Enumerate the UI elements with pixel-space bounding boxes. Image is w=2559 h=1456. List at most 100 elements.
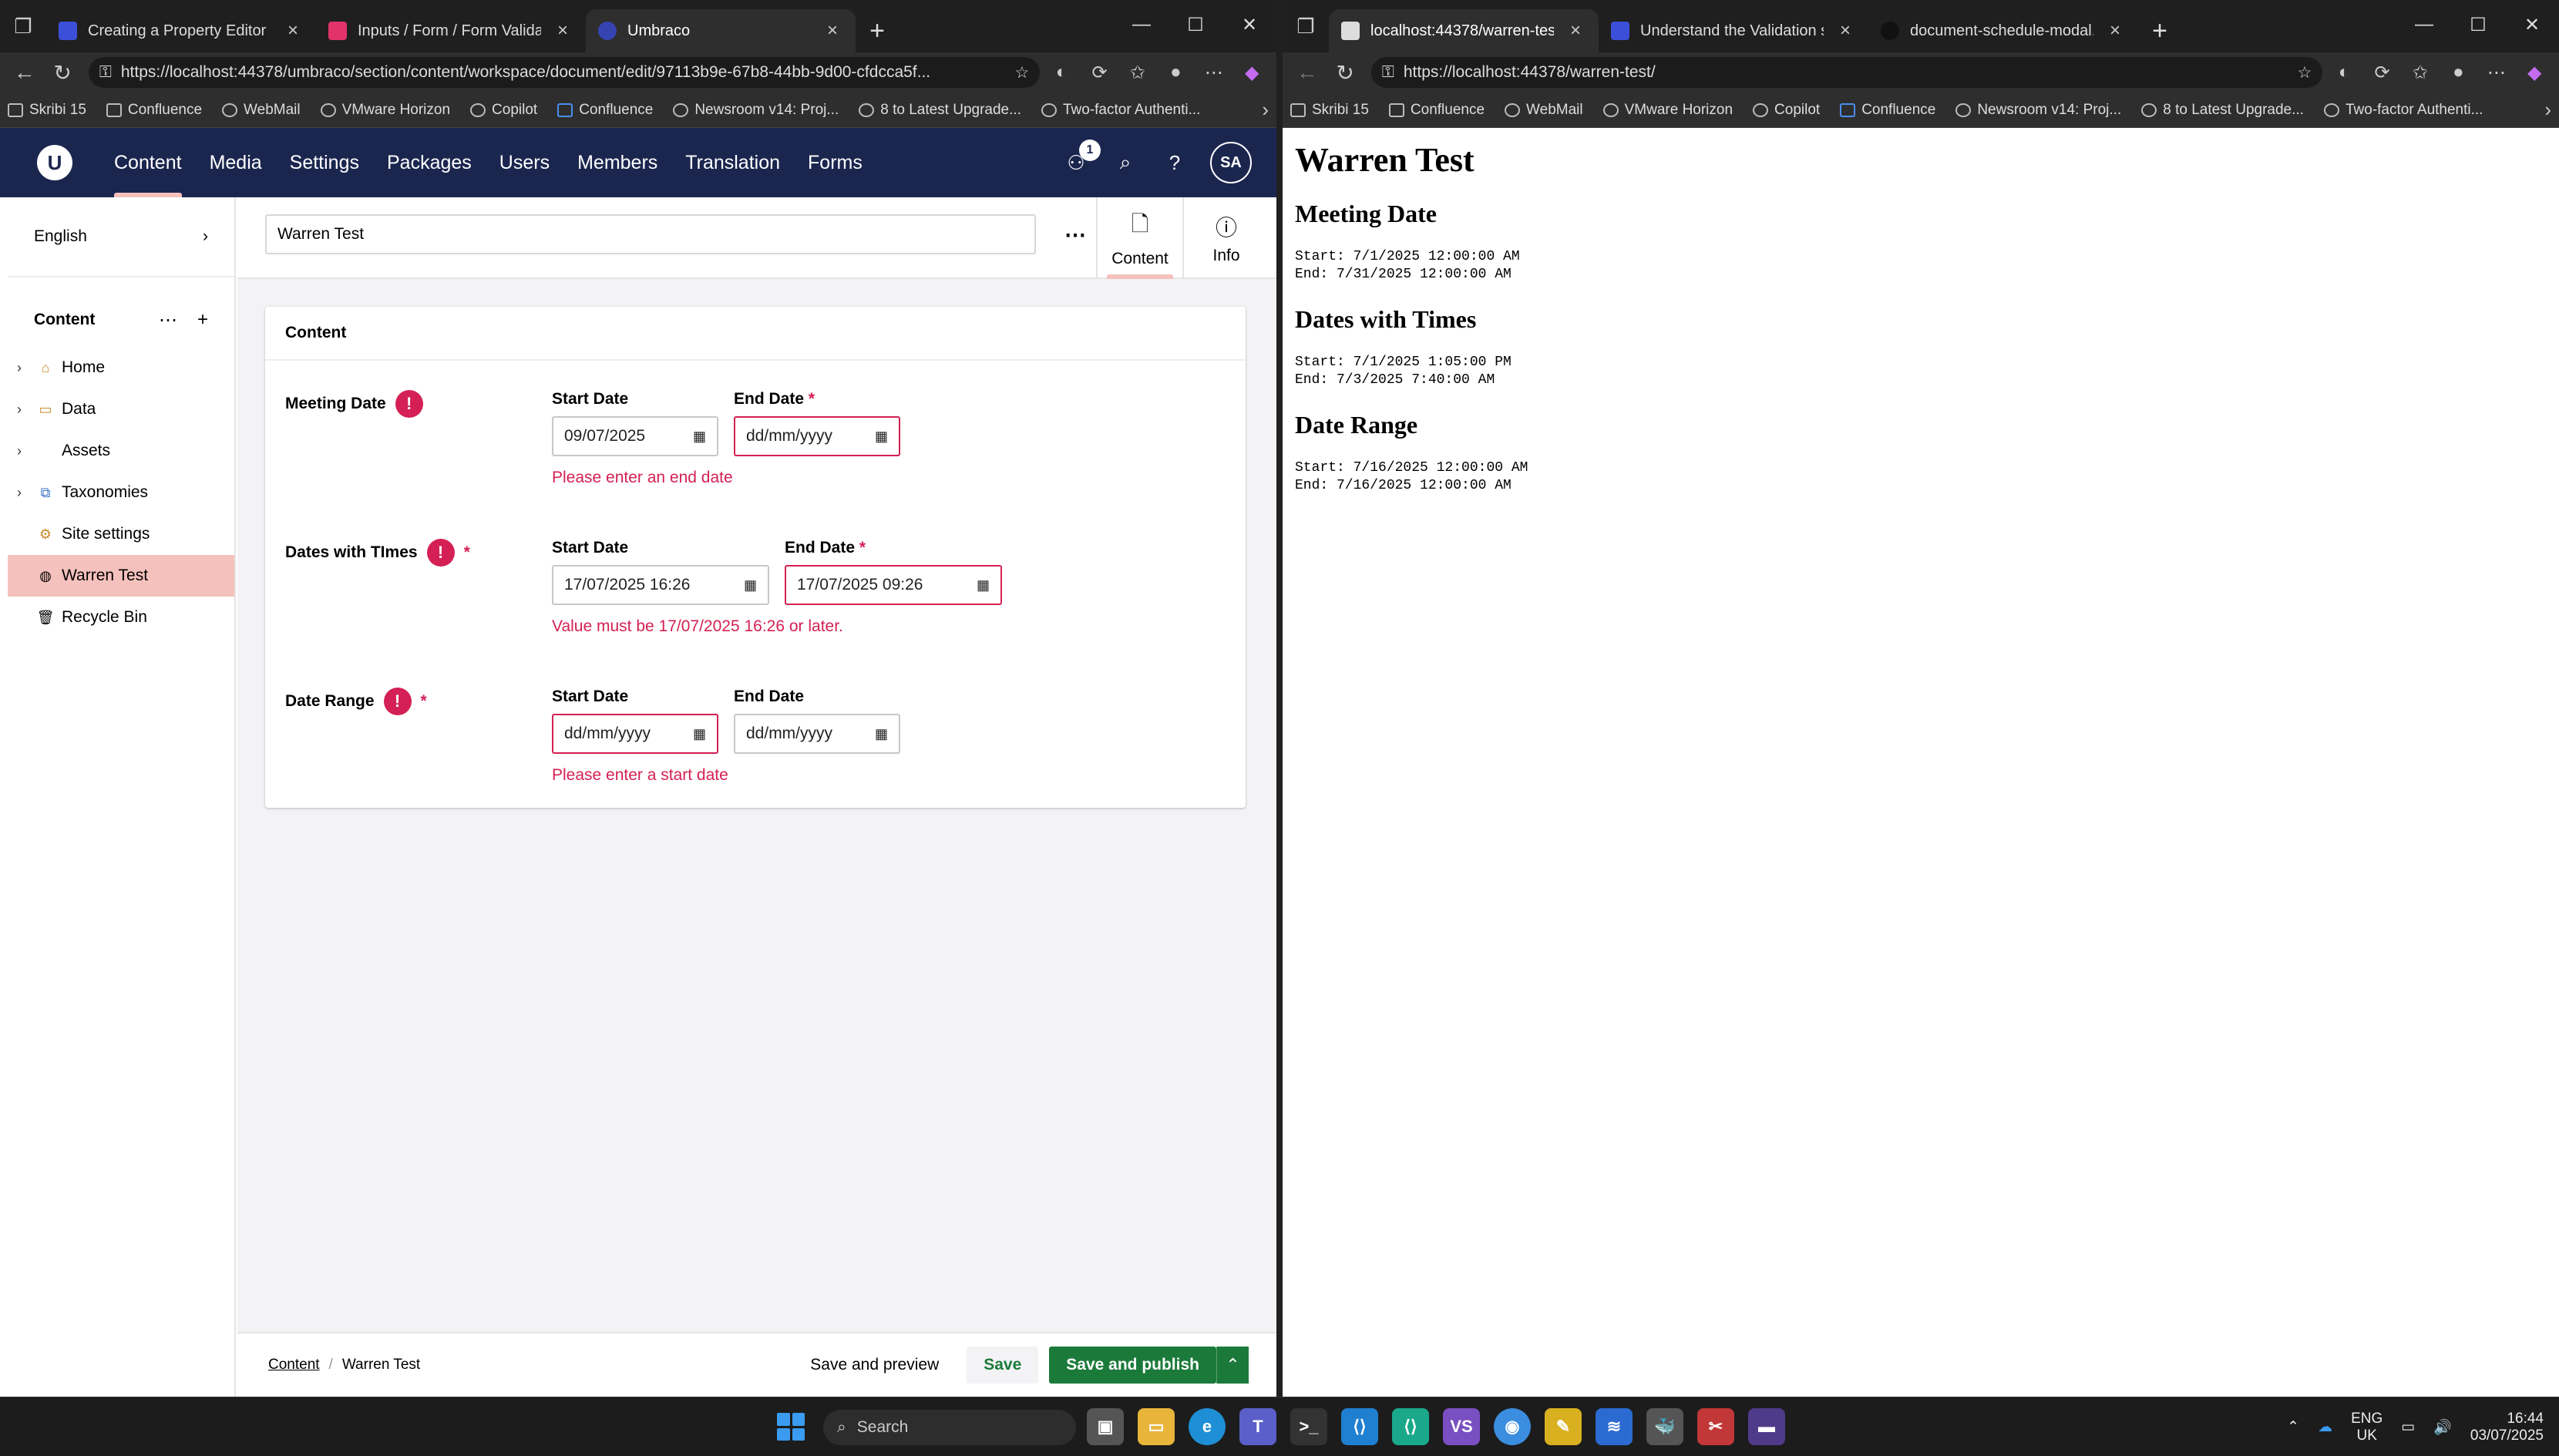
- task-view-icon[interactable]: ▣: [1087, 1408, 1124, 1445]
- browser-tab[interactable]: Understand the Validation system ×: [1599, 9, 1868, 52]
- address-bar[interactable]: ⚿ https://localhost:44378/warren-test/ ☆: [1370, 57, 2323, 88]
- copilot-icon[interactable]: ◆: [2518, 55, 2551, 89]
- browser-tab[interactable]: document-schedule-modal.element.ts ×: [1868, 9, 2138, 52]
- calendar-icon[interactable]: ▦: [693, 429, 706, 445]
- bookmark[interactable]: Newsroom v14: Proj...: [1955, 102, 2121, 119]
- back-icon[interactable]: ←: [1290, 55, 1323, 89]
- bookmark[interactable]: 8 to Latest Upgrade...: [859, 102, 1021, 119]
- maximize-icon[interactable]: ☐: [1169, 0, 1222, 49]
- start-date-input[interactable]: dd/mm/yyyy ▦: [552, 714, 718, 754]
- search-icon[interactable]: ⌕: [1111, 149, 1139, 177]
- nav-settings[interactable]: Settings: [276, 128, 373, 197]
- save-and-publish-button[interactable]: Save and publish: [1049, 1347, 1216, 1384]
- chevron-right-icon[interactable]: ›: [17, 443, 29, 459]
- tab-actions-icon[interactable]: ❐: [0, 0, 46, 52]
- culture-selector[interactable]: English ›: [8, 197, 234, 277]
- bookmark[interactable]: 8 to Latest Upgrade...: [2141, 102, 2304, 119]
- start-windows-icon[interactable]: [777, 1413, 805, 1441]
- bookmark[interactable]: Two-factor Authenti...: [1041, 102, 1200, 119]
- bookmarks-overflow-icon[interactable]: ›: [1262, 98, 1269, 122]
- back-icon[interactable]: ←: [8, 55, 41, 89]
- nav-users[interactable]: Users: [486, 128, 563, 197]
- bookmark[interactable]: WebMail: [222, 102, 301, 119]
- calendar-icon[interactable]: ▦: [977, 577, 990, 593]
- calendar-icon[interactable]: ▦: [744, 577, 757, 593]
- extension-icon[interactable]: ◐: [1044, 55, 1078, 89]
- close-tab-icon[interactable]: ×: [552, 20, 573, 42]
- close-tab-icon[interactable]: ×: [1565, 20, 1586, 42]
- app-icon[interactable]: ◉: [1494, 1408, 1531, 1445]
- screen-app-icon[interactable]: ▬: [1748, 1408, 1785, 1445]
- docker-icon[interactable]: 🐳: [1646, 1408, 1683, 1445]
- volume-icon[interactable]: 🔊: [2433, 1418, 2452, 1437]
- favorites-icon[interactable]: ✩: [1121, 55, 1154, 89]
- profile-icon[interactable]: ●: [2442, 55, 2475, 89]
- azure-icon[interactable]: ≋: [1596, 1408, 1633, 1445]
- browser-tab[interactable]: Creating a Property Editor | Umbraco ×: [46, 9, 316, 52]
- snipping-tool-icon[interactable]: ✂: [1697, 1408, 1734, 1445]
- sticky-notes-icon[interactable]: ✎: [1545, 1408, 1582, 1445]
- bookmark[interactable]: Confluence: [1388, 102, 1485, 119]
- help-icon[interactable]: ?: [1161, 149, 1189, 177]
- tree-item-taxonomies[interactable]: › ⧉ Taxonomies: [8, 472, 234, 513]
- calendar-icon[interactable]: ▦: [693, 726, 706, 742]
- end-date-input[interactable]: dd/mm/yyyy ▦: [734, 714, 900, 754]
- network-icon[interactable]: ▭: [2401, 1418, 2415, 1436]
- chevron-up-icon[interactable]: ⌃: [2287, 1418, 2299, 1436]
- tab-actions-icon[interactable]: ❐: [1283, 0, 1329, 52]
- chevron-right-icon[interactable]: ›: [17, 485, 29, 501]
- end-datetime-input[interactable]: 17/07/2025 09:26 ▦: [785, 565, 1002, 605]
- language-indicator[interactable]: ENG UK: [2351, 1411, 2382, 1444]
- save-and-preview-button[interactable]: Save and preview: [793, 1347, 956, 1384]
- publish-options-chevron-up-icon[interactable]: ⌃: [1216, 1347, 1249, 1384]
- minimize-icon[interactable]: —: [1115, 0, 1169, 49]
- tree-item-data[interactable]: › ▭ Data: [8, 388, 234, 430]
- view-content[interactable]: 🗋 Content: [1096, 197, 1182, 279]
- close-tab-icon[interactable]: ×: [1834, 20, 1856, 42]
- maximize-icon[interactable]: ☐: [2451, 0, 2505, 49]
- address-bar[interactable]: ⚿ https://localhost:44378/umbraco/section…: [88, 57, 1041, 88]
- new-tab-icon[interactable]: +: [856, 9, 899, 52]
- document-name-input[interactable]: Warren Test: [265, 214, 1036, 254]
- onedrive-cloud-icon[interactable]: ☁: [2318, 1418, 2332, 1436]
- end-date-input[interactable]: dd/mm/yyyy ▦: [734, 416, 900, 456]
- tree-create-icon[interactable]: +: [197, 309, 208, 331]
- bookmark[interactable]: Skribi 15: [8, 102, 86, 119]
- current-users-icon[interactable]: ⚇ 1: [1062, 140, 1101, 177]
- profile-icon[interactable]: ●: [1159, 55, 1192, 89]
- save-button[interactable]: Save: [967, 1347, 1039, 1384]
- bookmark[interactable]: Copilot: [470, 102, 537, 119]
- document-actions-icon[interactable]: ⋯: [1056, 214, 1095, 254]
- bookmark[interactable]: WebMail: [1505, 102, 1583, 119]
- favorite-star-icon[interactable]: ☆: [2298, 63, 2312, 82]
- clock[interactable]: 16:44 03/07/2025: [2470, 1411, 2544, 1444]
- bookmarks-overflow-icon[interactable]: ›: [2544, 98, 2551, 122]
- settings-more-icon[interactable]: ⋯: [1197, 55, 1230, 89]
- bookmark[interactable]: Two-factor Authenti...: [2323, 102, 2483, 119]
- edge-browser-icon[interactable]: e: [1189, 1408, 1226, 1445]
- bookmark[interactable]: Confluence: [106, 102, 202, 119]
- tree-item-site-settings[interactable]: ⚙ Site settings: [8, 513, 234, 555]
- terminal-icon[interactable]: >_: [1290, 1408, 1327, 1445]
- close-window-icon[interactable]: ✕: [2505, 0, 2559, 49]
- tree-actions-icon[interactable]: ⋯: [159, 309, 177, 331]
- nav-packages[interactable]: Packages: [373, 128, 486, 197]
- start-date-input[interactable]: 09/07/2025 ▦: [552, 416, 718, 456]
- close-tab-icon[interactable]: ×: [282, 20, 304, 42]
- minimize-icon[interactable]: —: [2397, 0, 2451, 49]
- file-explorer-icon[interactable]: ▭: [1138, 1408, 1175, 1445]
- start-datetime-input[interactable]: 17/07/2025 16:26 ▦: [552, 565, 769, 605]
- settings-more-icon[interactable]: ⋯: [2480, 55, 2513, 89]
- new-tab-icon[interactable]: +: [2138, 9, 2181, 52]
- site-info-icon[interactable]: ⚿: [99, 63, 112, 82]
- breadcrumb-content-link[interactable]: Content: [268, 1357, 320, 1374]
- bookmark[interactable]: Copilot: [1753, 102, 1820, 119]
- umbraco-logo[interactable]: U: [37, 145, 72, 180]
- nav-media[interactable]: Media: [196, 128, 276, 197]
- bookmark[interactable]: VMware Horizon: [1602, 102, 1733, 119]
- bookmark[interactable]: Newsroom v14: Proj...: [673, 102, 839, 119]
- bookmark[interactable]: Confluence: [557, 102, 653, 119]
- browser-essentials-icon[interactable]: ⟳: [1083, 55, 1116, 89]
- bookmark[interactable]: VMware Horizon: [320, 102, 450, 119]
- refresh-icon[interactable]: ↻: [45, 55, 79, 89]
